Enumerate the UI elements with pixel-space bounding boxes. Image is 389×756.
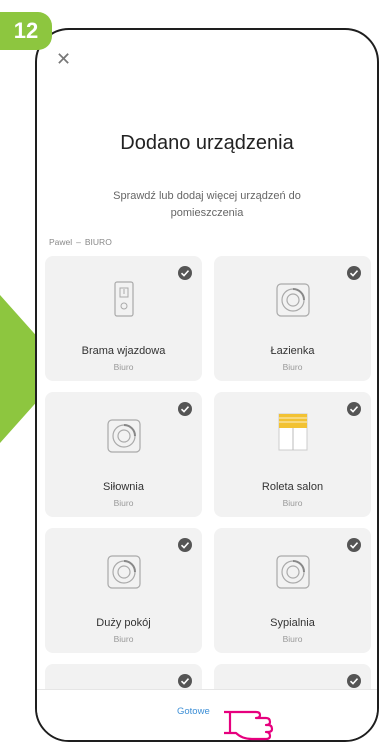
done-button[interactable]: Gotowe (177, 706, 210, 717)
device-room: Biuro (113, 498, 134, 508)
owner-name: Pawel (49, 237, 73, 247)
dialog-title: Dodano urządzenia (120, 132, 294, 154)
device-card[interactable]: Sypialnia Biuro (214, 528, 371, 653)
device-room: Biuro (113, 362, 134, 372)
checkmark-icon[interactable] (347, 538, 361, 552)
device-room: Biuro (282, 498, 303, 508)
pointing-hand-icon (224, 710, 274, 741)
phone-screen: ✕ Dodano urządzenia Sprawdź lub dodaj wi… (35, 28, 379, 742)
device-card[interactable]: Brama wjazdowa Biuro (45, 256, 202, 381)
device-name: Brama wjazdowa (81, 345, 166, 357)
owner-room-label: Pawel – BIURO (49, 237, 112, 247)
thermostat-icon (106, 555, 141, 589)
device-card[interactable]: Siłownia Biuro (45, 392, 202, 517)
device-name: Roleta salon (261, 481, 324, 493)
thermostat-icon (106, 419, 141, 453)
checkmark-icon[interactable] (347, 402, 361, 416)
device-name: Łazienka (270, 345, 315, 357)
checkmark-icon[interactable] (178, 538, 192, 552)
step-badge: 12 (0, 12, 52, 50)
checkmark-icon[interactable] (178, 402, 192, 416)
roller-blind-icon (278, 413, 307, 451)
device-name: Duży pokój (96, 617, 151, 629)
checkmark-icon[interactable] (178, 674, 192, 688)
dialog-subtitle: Sprawdź lub dodaj więcej urządzeń do pom… (113, 190, 301, 219)
close-icon[interactable]: ✕ (56, 50, 71, 68)
device-name: Siłownia (103, 481, 144, 493)
dialog-footer: Gotowe (37, 689, 377, 740)
device-card[interactable]: Duży pokój Biuro (45, 528, 202, 653)
gate-controller-icon (113, 281, 134, 317)
device-card[interactable]: Roleta salon Biuro (214, 392, 371, 517)
device-name: Sypialnia (270, 617, 315, 629)
device-room: Biuro (113, 634, 134, 644)
thermostat-icon (275, 555, 310, 589)
checkmark-icon[interactable] (347, 266, 361, 280)
owner-separator: – (76, 237, 81, 247)
device-room: Biuro (282, 634, 303, 644)
device-room: Biuro (282, 362, 303, 372)
thermostat-icon (275, 283, 310, 317)
device-card[interactable]: Łazienka Biuro (214, 256, 371, 381)
checkmark-icon[interactable] (178, 266, 192, 280)
room-name: BIURO (84, 237, 112, 247)
checkmark-icon[interactable] (347, 674, 361, 688)
